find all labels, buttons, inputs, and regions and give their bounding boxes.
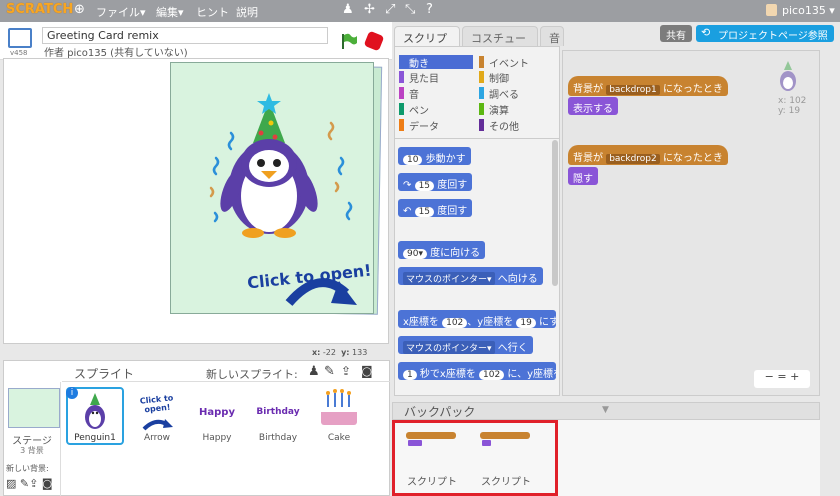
project-author: 作者 pico135 (共有していない)	[44, 48, 188, 59]
shrink-tool-icon[interactable]: ⤡	[405, 2, 415, 17]
menu-edit[interactable]: 編集▾	[156, 4, 184, 20]
sprite-name: Happy	[202, 433, 232, 443]
category-events[interactable]: イベント	[479, 55, 553, 70]
menu-about[interactable]: 説明	[236, 4, 258, 20]
backdrop-tools: ▨ ✎⇪ ◙	[6, 477, 53, 490]
stage-thumbnail[interactable]	[8, 388, 60, 428]
collapse-icon[interactable]: ▼	[602, 405, 609, 415]
upload-sprite-icon[interactable]: ⇪	[341, 364, 351, 378]
backpack-title: バックパック	[404, 405, 476, 419]
sprite-name: Birthday	[258, 433, 298, 443]
backdrop-library-icon[interactable]: ▨	[6, 477, 16, 490]
user-menu[interactable]: pico135 ▾	[782, 4, 835, 17]
arrow-thumb-art	[142, 419, 173, 431]
info-icon[interactable]: i	[66, 387, 78, 399]
project-page-icon: ⟲	[701, 26, 711, 39]
birthday-thumb-text: Birthday	[256, 407, 300, 417]
palette-scrollbar[interactable]	[552, 140, 558, 286]
sprite-thumb-happy[interactable]: Happy Happy	[188, 387, 246, 445]
hat-block-backdrop1[interactable]: 背景が backdrop1 になったとき	[568, 76, 728, 96]
category-pen[interactable]: ペン	[399, 102, 473, 117]
new-backdrop-label: 新しい背景:	[6, 464, 49, 473]
menu-file[interactable]: ファイル▾	[96, 4, 146, 20]
zoom-controls[interactable]: − = +	[754, 370, 810, 388]
duplicate-tool-icon[interactable]: ♟	[342, 2, 354, 17]
mouse-coords: x: -22 y: 133	[312, 348, 368, 357]
palette-divider	[394, 138, 560, 139]
see-project-page-label: プロジェクトページ参照	[718, 31, 828, 42]
category-looks[interactable]: 見た目	[399, 70, 473, 85]
grow-tool-icon[interactable]: ⤢	[385, 2, 395, 17]
share-button[interactable]: 共有	[660, 25, 692, 42]
highlight-box	[392, 420, 558, 496]
category-sensing[interactable]: 調べる	[479, 86, 553, 101]
block-goto[interactable]: マウスのポインター▾ へ行く	[398, 336, 533, 354]
sprite-x-readout: x: 102	[778, 96, 807, 106]
greeting-card: Click to open!	[170, 62, 374, 314]
block-point-direction[interactable]: 90▾ 度に向ける	[398, 241, 486, 259]
block-hide[interactable]: 隠す	[568, 167, 598, 185]
sprite-thumb-birthday[interactable]: Birthday Birthday	[249, 387, 307, 445]
category-more-blocks[interactable]: その他	[479, 118, 553, 133]
hat-block-backdrop2[interactable]: 背景が backdrop2 になったとき	[568, 145, 728, 165]
see-project-page-button[interactable]: ⟲ プロジェクトページ参照	[696, 25, 834, 42]
green-flag-icon[interactable]	[340, 32, 358, 53]
upload-backdrop-icon[interactable]: ⇪	[29, 477, 38, 490]
camera-backdrop-icon[interactable]: ◙	[42, 477, 53, 490]
sprite-thumb-arrow[interactable]: Click to open! Arrow	[128, 387, 186, 445]
category-motion[interactable]: 動き	[399, 55, 473, 70]
block-turn-right[interactable]: ↷ 15 度回す	[398, 173, 473, 191]
cake-thumb-art	[321, 389, 357, 425]
tab-scripts[interactable]: スクリプト	[394, 26, 460, 61]
happy-thumb-text: Happy	[199, 407, 235, 418]
tab-sounds[interactable]: 音	[540, 26, 564, 46]
category-operators[interactable]: 演算	[479, 102, 553, 117]
version-label: v458	[10, 49, 28, 57]
sprite-name: Arrow	[143, 433, 171, 443]
paint-sprite-icon[interactable]: ✎	[324, 364, 335, 379]
block-glide[interactable]: 1 秒でx座標を 102 に、y座標を	[398, 362, 556, 380]
tab-costumes[interactable]: コスチューム	[462, 26, 538, 61]
block-turn-left[interactable]: ↶ 15 度回す	[398, 199, 473, 217]
block-show[interactable]: 表示する	[568, 97, 618, 115]
sprite-y-readout: y: 19	[778, 106, 801, 116]
sprite-library-icon[interactable]: ♟	[308, 364, 320, 379]
paint-backdrop-icon[interactable]: ✎	[20, 477, 29, 490]
new-sprite-label: 新しいスプライト:	[206, 368, 298, 381]
block-goto-xy[interactable]: x座標を 102、y座標を 19 にする	[398, 310, 556, 328]
category-control[interactable]: 制御	[479, 70, 553, 85]
menu-bar: SCRATCH ⊕ ファイル▾ 編集▾ ヒント 説明 ♟ ✢ ⤢ ⤡ ? pic…	[0, 0, 840, 22]
delete-tool-icon[interactable]: ✢	[364, 2, 375, 17]
block-point-towards[interactable]: マウスのポインター▾ へ向ける	[398, 267, 543, 285]
menu-tips[interactable]: ヒント	[196, 4, 229, 20]
turn-right-icon: ↷	[403, 180, 412, 191]
sprites-title: スプライト	[74, 367, 135, 381]
fullscreen-icon[interactable]	[8, 28, 32, 48]
current-sprite-thumbnail	[780, 61, 796, 91]
sprite-name: Penguin1	[74, 433, 116, 443]
user-avatar[interactable]	[766, 4, 777, 16]
turn-left-icon: ↶	[403, 206, 412, 217]
sprite-name: Cake	[327, 433, 351, 443]
scratch-logo[interactable]: SCRATCH	[6, 2, 73, 17]
category-data[interactable]: データ	[399, 118, 473, 133]
help-icon[interactable]: ?	[426, 2, 433, 17]
sprite-thumb-penguin1[interactable]: i Penguin1	[66, 387, 124, 445]
globe-icon[interactable]: ⊕	[74, 2, 85, 17]
category-sound[interactable]: 音	[399, 86, 473, 101]
project-title-input[interactable]: Greeting Card remix	[42, 27, 328, 44]
camera-sprite-icon[interactable]: ◙	[361, 364, 373, 378]
backdrop-count: 3 背景	[20, 446, 44, 455]
block-move-steps[interactable]: 10 歩動かす	[398, 147, 471, 165]
sprite-thumb-cake[interactable]: Cake	[310, 387, 368, 445]
